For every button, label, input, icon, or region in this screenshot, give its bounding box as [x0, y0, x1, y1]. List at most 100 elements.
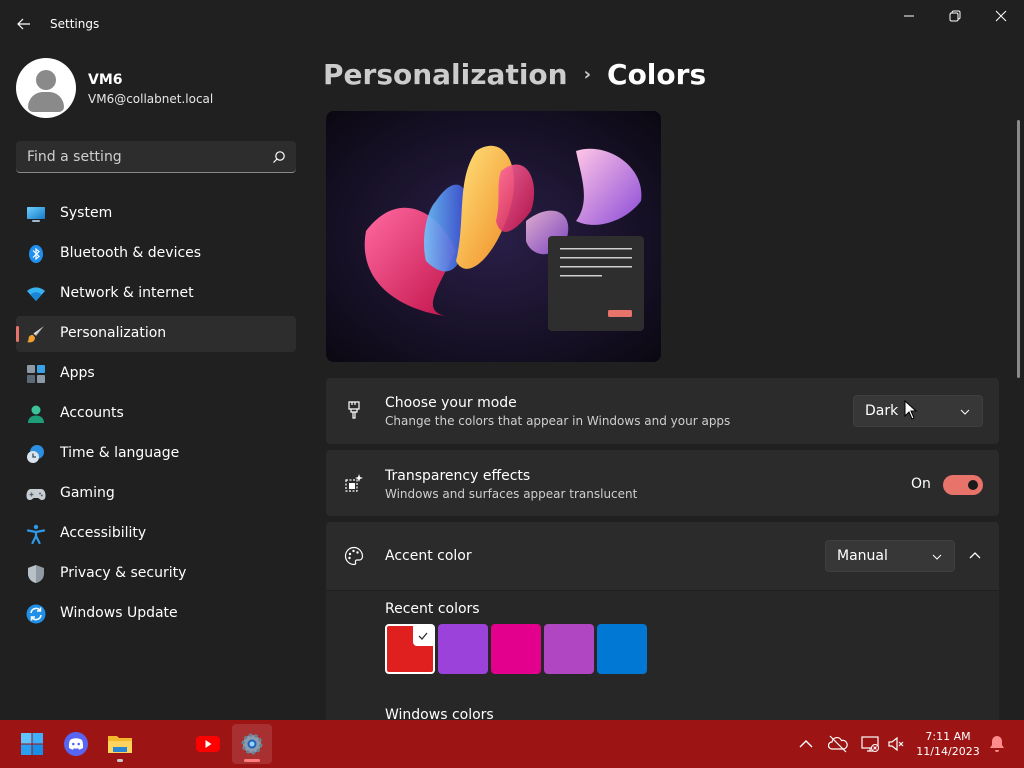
youtube-icon [196, 736, 220, 752]
accent-title: Accent color [385, 548, 472, 564]
chevron-down-icon [960, 409, 970, 415]
search-icon [273, 151, 285, 163]
accent-color-swatch[interactable] [597, 624, 647, 674]
breadcrumb-parent[interactable]: Personalization [323, 58, 568, 91]
back-arrow-icon [17, 18, 30, 30]
clock-time: 7:11 AM [925, 730, 971, 743]
clock-date: 11/14/2023 [916, 745, 980, 758]
chevron-up-icon [969, 552, 981, 559]
shield-icon [28, 565, 44, 583]
restore-icon [949, 10, 961, 22]
sparkle-window-icon [345, 474, 363, 492]
network-disconnected-icon[interactable] [860, 734, 880, 754]
accent-card: Accent color Manual [326, 522, 999, 590]
sidebar-item-network[interactable]: Network & internet [16, 276, 296, 312]
wifi-icon [27, 287, 45, 301]
sidebar-item-label: Personalization [60, 325, 167, 341]
taskbar: 7:11 AM 11/14/2023 [0, 720, 1024, 768]
transparency-subtitle: Windows and surfaces appear translucent [385, 487, 638, 501]
close-icon [995, 10, 1007, 22]
gamepad-icon [26, 489, 46, 500]
sidebar-item-bluetooth[interactable]: Bluetooth & devices [16, 236, 296, 272]
search-input[interactable]: Find a setting [16, 141, 296, 173]
accessibility-icon [26, 524, 46, 544]
chevron-up-icon[interactable] [796, 734, 816, 754]
sidebar-item-apps[interactable]: Apps [16, 356, 296, 392]
breadcrumb-separator: › [583, 64, 592, 85]
theme-preview [326, 111, 661, 362]
bloom-wallpaper-image [326, 111, 661, 362]
clock-globe-icon [27, 445, 44, 463]
palette-icon [344, 546, 364, 566]
onedrive-offline-icon[interactable] [828, 734, 848, 754]
bluetooth-icon [29, 245, 43, 263]
mouse-cursor-icon [904, 400, 918, 420]
accent-dropdown[interactable]: Manual [825, 540, 955, 572]
sidebar-item-personalization[interactable]: Personalization [16, 316, 296, 352]
sidebar-item-gaming[interactable]: Gaming [16, 476, 296, 512]
taskbar-youtube[interactable] [188, 724, 228, 764]
search-placeholder: Find a setting [27, 149, 122, 165]
sidebar-item-label: Network & internet [60, 285, 194, 301]
speaker-muted-icon[interactable] [886, 734, 906, 754]
page-title: Colors [607, 58, 707, 91]
accent-color-swatch[interactable] [544, 624, 594, 674]
transparency-toggle[interactable] [943, 475, 983, 495]
taskbar-clock[interactable]: 7:11 AM 11/14/2023 [912, 729, 984, 759]
accent-color-swatch[interactable] [491, 624, 541, 674]
mode-dropdown[interactable]: Dark [853, 395, 983, 427]
update-icon [26, 604, 46, 624]
system-icon [27, 207, 45, 222]
selected-check-badge [413, 626, 433, 646]
sidebar-item-label: Gaming [60, 485, 115, 501]
accent-color-swatch[interactable] [438, 624, 488, 674]
accounts-icon [28, 405, 44, 423]
mode-card: Choose your mode Change the colors that … [326, 378, 999, 444]
sidebar-item-label: Accessibility [60, 525, 147, 541]
taskbar-file-explorer[interactable] [100, 724, 140, 764]
app-title: Settings [50, 17, 100, 31]
minimize-button[interactable] [886, 0, 932, 32]
transparency-state-label: On [911, 476, 931, 492]
sidebar-item-accounts[interactable]: Accounts [16, 396, 296, 432]
sidebar-item-privacy[interactable]: Privacy & security [16, 556, 296, 592]
user-profile[interactable]: VM6 VM6@collabnet.local [16, 58, 296, 118]
breadcrumb: Personalization › Colors [323, 58, 706, 91]
recent-colors-label: Recent colors [385, 601, 480, 617]
sidebar-item-label: Apps [60, 365, 95, 381]
sidebar-item-windows-update[interactable]: Windows Update [16, 596, 296, 632]
scrollbar-thumb[interactable] [1017, 120, 1020, 378]
sidebar-nav: System Bluetooth & devices Network & int… [16, 196, 296, 636]
discord-icon [64, 732, 88, 756]
transparency-card: Transparency effects Windows and surface… [326, 450, 999, 516]
start-button[interactable] [12, 724, 52, 764]
sidebar-item-label: Privacy & security [60, 565, 187, 581]
user-email: VM6@collabnet.local [88, 92, 214, 106]
taskbar-settings[interactable] [232, 724, 272, 764]
sidebar-item-label: Accounts [60, 405, 124, 421]
start-icon [21, 733, 43, 755]
avatar [16, 58, 76, 118]
minimize-icon [904, 15, 914, 17]
taskbar-discord[interactable] [56, 724, 96, 764]
close-button[interactable] [978, 0, 1024, 32]
sidebar-item-accessibility[interactable]: Accessibility [16, 516, 296, 552]
active-indicator [244, 759, 260, 762]
sidebar-item-label: Windows Update [60, 605, 178, 621]
accent-color-swatch[interactable] [385, 624, 435, 674]
sidebar-item-time-language[interactable]: Time & language [16, 436, 296, 472]
collapse-button[interactable] [963, 544, 987, 568]
sidebar-item-system[interactable]: System [16, 196, 296, 232]
mode-dropdown-value: Dark [865, 403, 899, 419]
back-button[interactable] [12, 10, 36, 38]
notification-bell-icon[interactable] [987, 734, 1007, 754]
toggle-knob [968, 480, 978, 490]
sidebar-item-label: Time & language [60, 445, 180, 461]
user-name: VM6 [88, 72, 123, 88]
file-explorer-icon [108, 736, 132, 753]
paintbrush-icon [348, 401, 360, 419]
maximize-button[interactable] [932, 0, 978, 32]
sidebar-item-label: Bluetooth & devices [60, 245, 202, 261]
title-bar: Settings [0, 0, 1024, 48]
running-indicator [117, 759, 123, 762]
